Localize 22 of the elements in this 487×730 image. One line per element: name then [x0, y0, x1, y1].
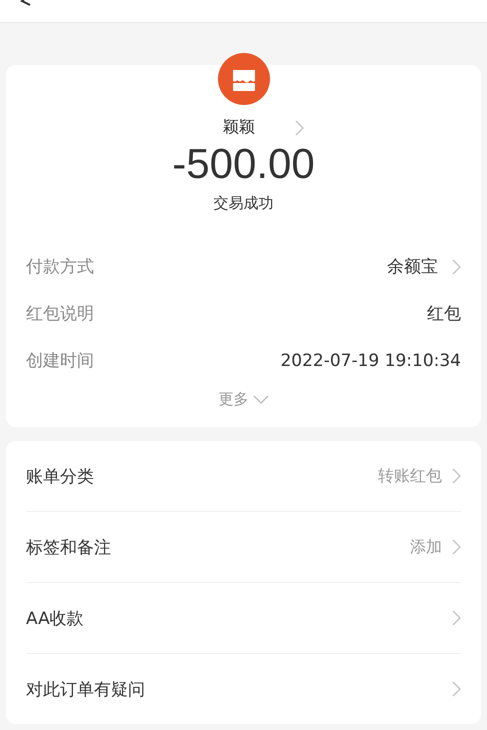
chevron-right-icon: [452, 681, 461, 697]
action-label[interactable]: AA收款: [26, 606, 84, 630]
merchant-name[interactable]: 颖颖: [223, 117, 255, 138]
action-label[interactable]: 对此订单有疑问: [26, 678, 145, 700]
detail-label: 创建时间: [26, 350, 94, 372]
chevron-right-icon: [452, 610, 461, 626]
chevron-right-icon: [452, 539, 461, 555]
detail-label: 红包说明: [26, 303, 94, 325]
detail-label: 付款方式: [26, 256, 94, 278]
detail-value: 2022-07-19 19:10:34: [280, 350, 461, 370]
amount: -500.00: [172, 140, 315, 188]
detail-value[interactable]: 余额宝: [387, 255, 438, 278]
transaction-status: 交易成功: [214, 194, 274, 213]
chevron-down-icon: [252, 395, 268, 404]
action-label[interactable]: 账单分类: [26, 464, 94, 488]
chevron-right-icon: [295, 120, 304, 136]
action-value: 转账红包: [378, 466, 442, 486]
action-label[interactable]: 标签和备注: [26, 536, 111, 558]
action-value: 添加: [410, 536, 442, 558]
back-icon[interactable]: [20, 0, 32, 6]
chevron-right-icon: [452, 468, 461, 484]
detail-value: 红包: [427, 303, 461, 325]
